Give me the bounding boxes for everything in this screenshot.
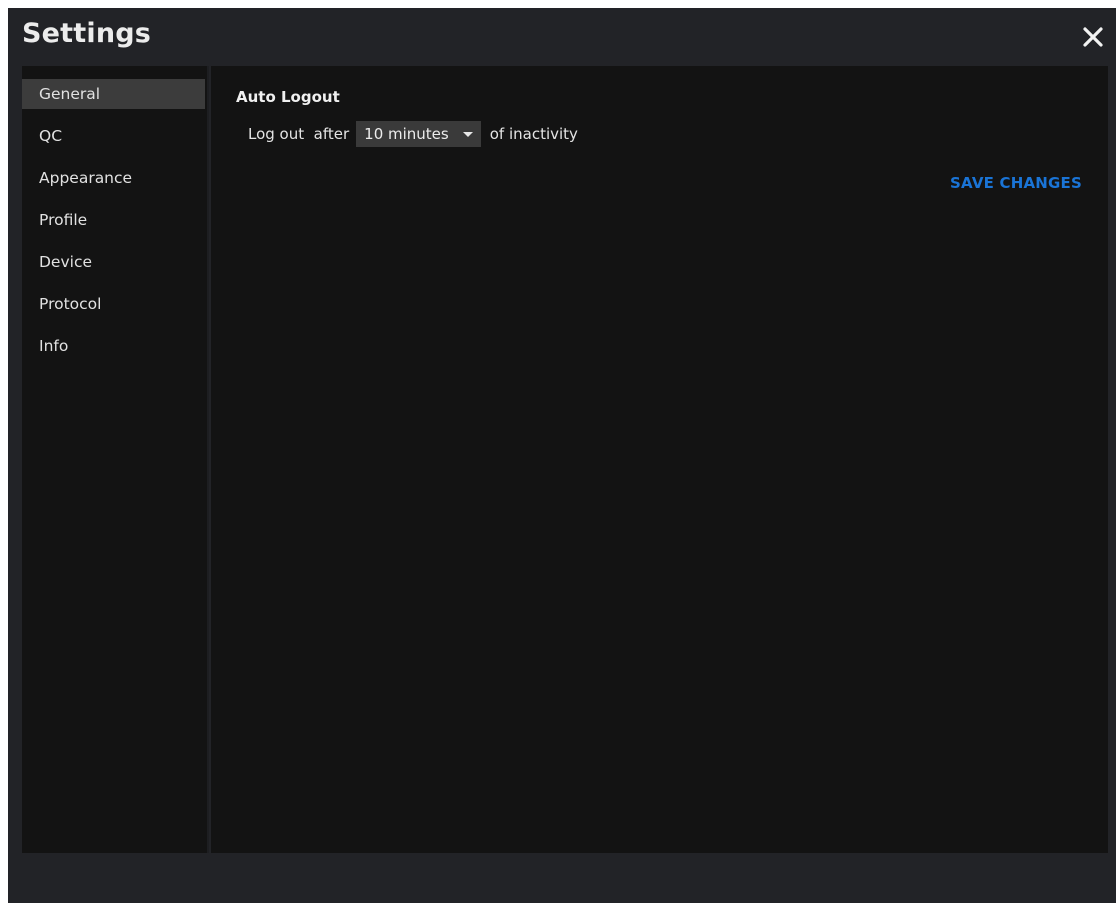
logout-prefix-text: Log out after [248,125,350,143]
logout-suffix-text: of inactivity [489,125,578,143]
settings-dialog: Settings General QC Appearance Profile D… [8,8,1116,903]
sidebar-item-qc[interactable]: QC [22,121,207,151]
sidebar-item-label: Device [39,253,93,271]
timeout-value: 10 minutes [364,125,449,143]
chevron-down-icon [462,131,473,137]
sidebar-item-profile[interactable]: Profile [22,205,207,235]
section-heading: Auto Logout [236,88,340,106]
save-changes-button[interactable]: SAVE CHANGES [950,174,1082,192]
timeout-select[interactable]: 10 minutes [356,121,481,147]
dialog-title: Settings [22,18,152,49]
sidebar-item-label: QC [39,127,63,145]
auto-logout-row: Log out after 10 minutes of inactivity [248,121,578,147]
sidebar-item-general[interactable]: General [22,79,205,109]
settings-sidebar: General QC Appearance Profile Device Pro… [22,66,209,853]
sidebar-item-label: Profile [39,211,88,229]
sidebar-item-info[interactable]: Info [22,331,207,361]
settings-content: Auto Logout Log out after 10 minutes of … [211,66,1108,853]
sidebar-item-label: General [39,85,101,103]
close-button[interactable] [1080,24,1106,50]
close-icon [1083,27,1103,47]
sidebar-item-device[interactable]: Device [22,247,207,277]
sidebar-item-label: Protocol [39,295,102,313]
sidebar-item-label: Info [39,337,69,355]
sidebar-item-protocol[interactable]: Protocol [22,289,207,319]
sidebar-item-appearance[interactable]: Appearance [22,163,207,193]
sidebar-item-label: Appearance [39,169,133,187]
